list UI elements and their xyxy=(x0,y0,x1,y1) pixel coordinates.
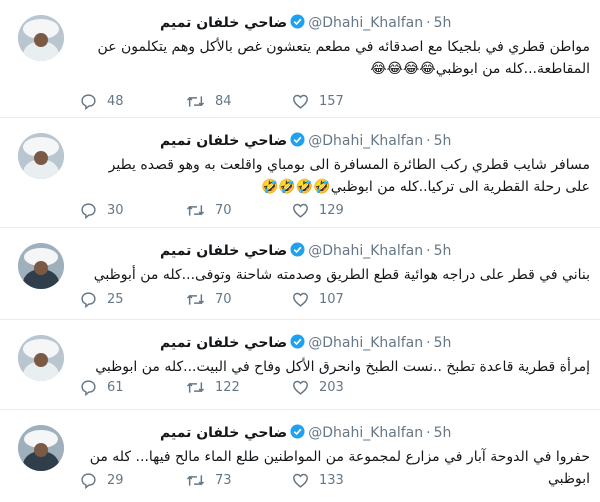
like-count: 157 xyxy=(319,94,344,109)
author-handle[interactable]: @Dhahi_Khalfan xyxy=(308,133,423,149)
reply-icon xyxy=(81,292,96,308)
retweet-count: 70 xyxy=(215,203,232,218)
author-handle[interactable]: @Dhahi_Khalfan xyxy=(308,335,423,351)
separator-dot: · xyxy=(426,425,431,441)
retweet-count: 84 xyxy=(215,94,232,109)
like-count: 203 xyxy=(319,380,344,395)
reply-button[interactable]: 25 xyxy=(80,291,186,308)
retweet-icon xyxy=(186,205,205,216)
separator-dot: · xyxy=(426,15,431,31)
reply-icon xyxy=(81,94,96,110)
reply-button[interactable]: 48 xyxy=(80,93,186,110)
heart-icon xyxy=(293,380,308,395)
retweet-button[interactable]: 73 xyxy=(186,472,292,489)
reply-icon xyxy=(81,380,96,396)
retweet-count: 70 xyxy=(215,292,232,307)
retweet-count: 73 xyxy=(215,473,232,488)
avatar[interactable] xyxy=(18,15,64,61)
tweet-actions: 29 73 133 xyxy=(80,472,398,489)
like-button[interactable]: 203 xyxy=(292,379,398,396)
retweet-icon xyxy=(186,294,205,305)
like-button[interactable]: 107 xyxy=(292,291,398,308)
avatar[interactable] xyxy=(18,133,64,179)
reply-count: 48 xyxy=(107,94,124,109)
tweet-text: مسافر شايب قطري ركب الطائرة المسافرة الى… xyxy=(108,157,590,195)
author-handle[interactable]: @Dhahi_Khalfan xyxy=(308,15,423,31)
tweet[interactable]: ضاحي خلفان تميم @Dhahi_Khalfan · 5h إمرأة ق… xyxy=(0,320,600,410)
reply-count: 25 xyxy=(107,292,124,307)
tweet-actions: 61 122 203 xyxy=(80,379,398,396)
heart-icon xyxy=(293,203,308,218)
reply-count: 61 xyxy=(107,380,124,395)
tweet-text: مواطن قطري في بلجيكا مع اصدقائه في مطعم … xyxy=(97,39,590,77)
tweet[interactable]: ضاحي خلفان تميم @Dhahi_Khalfan · 5h حفروا ف… xyxy=(0,410,600,502)
verified-badge-icon xyxy=(290,132,305,147)
timeline: ضاحي خلفان تميم @Dhahi_Khalfan · 5h مواطن ق… xyxy=(0,0,600,502)
heart-icon xyxy=(293,292,308,307)
like-button[interactable]: 133 xyxy=(292,472,398,489)
reply-count: 29 xyxy=(107,473,124,488)
retweet-icon xyxy=(186,475,205,486)
retweet-count: 122 xyxy=(215,380,240,395)
timestamp[interactable]: 5h xyxy=(434,425,452,441)
timestamp[interactable]: 5h xyxy=(434,243,452,259)
author-name[interactable]: ضاحي خلفان تميم xyxy=(160,243,287,259)
heart-icon xyxy=(293,94,308,109)
author-handle[interactable]: @Dhahi_Khalfan xyxy=(308,243,423,259)
author-handle[interactable]: @Dhahi_Khalfan xyxy=(308,425,423,441)
verified-badge-icon xyxy=(290,242,305,257)
tweet[interactable]: ضاحي خلفان تميم @Dhahi_Khalfan · 5h بناني ف… xyxy=(0,228,600,320)
reply-button[interactable]: 61 xyxy=(80,379,186,396)
tweet-text: بناني في قطر على دراجه هوائية قطع الطريق… xyxy=(93,267,590,283)
verified-badge-icon xyxy=(290,334,305,349)
timestamp[interactable]: 5h xyxy=(434,335,452,351)
separator-dot: · xyxy=(426,133,431,149)
like-button[interactable]: 157 xyxy=(292,93,398,110)
like-count: 133 xyxy=(319,473,344,488)
verified-badge-icon xyxy=(290,14,305,29)
like-count: 129 xyxy=(319,203,344,218)
tweet-actions: 25 70 107 xyxy=(80,291,398,308)
reply-button[interactable]: 30 xyxy=(80,202,186,219)
tweet[interactable]: ضاحي خلفان تميم @Dhahi_Khalfan · 5h مسافر ش… xyxy=(0,118,600,228)
tweet-actions: 30 70 129 xyxy=(80,202,398,219)
retweet-button[interactable]: 70 xyxy=(186,291,292,308)
author-name[interactable]: ضاحي خلفان تميم xyxy=(160,335,287,351)
author-name[interactable]: ضاحي خلفان تميم xyxy=(160,425,287,441)
retweet-button[interactable]: 84 xyxy=(186,93,292,110)
like-count: 107 xyxy=(319,292,344,307)
author-name[interactable]: ضاحي خلفان تميم xyxy=(160,15,287,31)
tweet-text: إمرأة قطرية قاعدة تطبخ ..نست الطبخ وانحر… xyxy=(95,359,590,375)
retweet-icon xyxy=(186,382,205,393)
reply-count: 30 xyxy=(107,203,124,218)
tweet[interactable]: ضاحي خلفان تميم @Dhahi_Khalfan · 5h مواطن ق… xyxy=(0,0,600,118)
avatar[interactable] xyxy=(18,425,64,471)
verified-badge-icon xyxy=(290,424,305,439)
avatar[interactable] xyxy=(18,335,64,381)
avatar[interactable] xyxy=(18,243,64,289)
heart-icon xyxy=(293,473,308,488)
retweet-icon xyxy=(186,96,205,107)
timestamp[interactable]: 5h xyxy=(434,15,452,31)
reply-icon xyxy=(81,473,96,489)
timestamp[interactable]: 5h xyxy=(434,133,452,149)
reply-icon xyxy=(81,203,96,219)
retweet-button[interactable]: 70 xyxy=(186,202,292,219)
retweet-button[interactable]: 122 xyxy=(186,379,292,396)
separator-dot: · xyxy=(426,335,431,351)
author-name[interactable]: ضاحي خلفان تميم xyxy=(160,133,287,149)
like-button[interactable]: 129 xyxy=(292,202,398,219)
tweet-actions: 48 84 157 xyxy=(80,93,398,110)
reply-button[interactable]: 29 xyxy=(80,472,186,489)
separator-dot: · xyxy=(426,243,431,259)
